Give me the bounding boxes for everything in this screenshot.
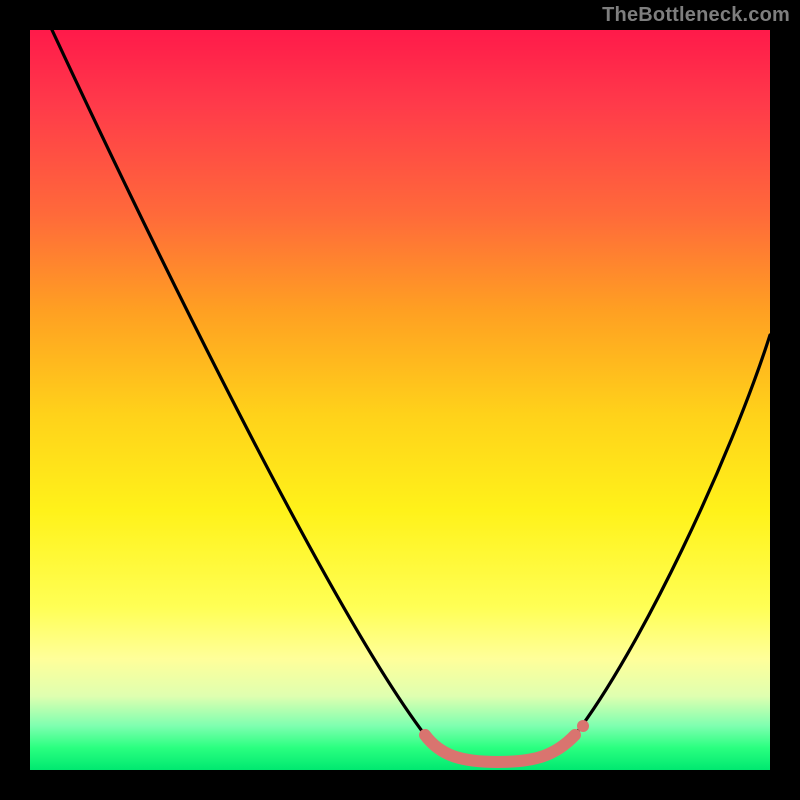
curve-right-dot xyxy=(577,720,589,732)
curve-right-branch xyxy=(575,335,770,735)
curve-left-branch xyxy=(52,30,425,735)
chart-frame: TheBottleneck.com xyxy=(0,0,800,800)
bottleneck-curve xyxy=(30,30,770,770)
curve-flat-bottom xyxy=(425,735,575,762)
plot-area xyxy=(30,30,770,770)
attribution-text: TheBottleneck.com xyxy=(602,4,790,27)
